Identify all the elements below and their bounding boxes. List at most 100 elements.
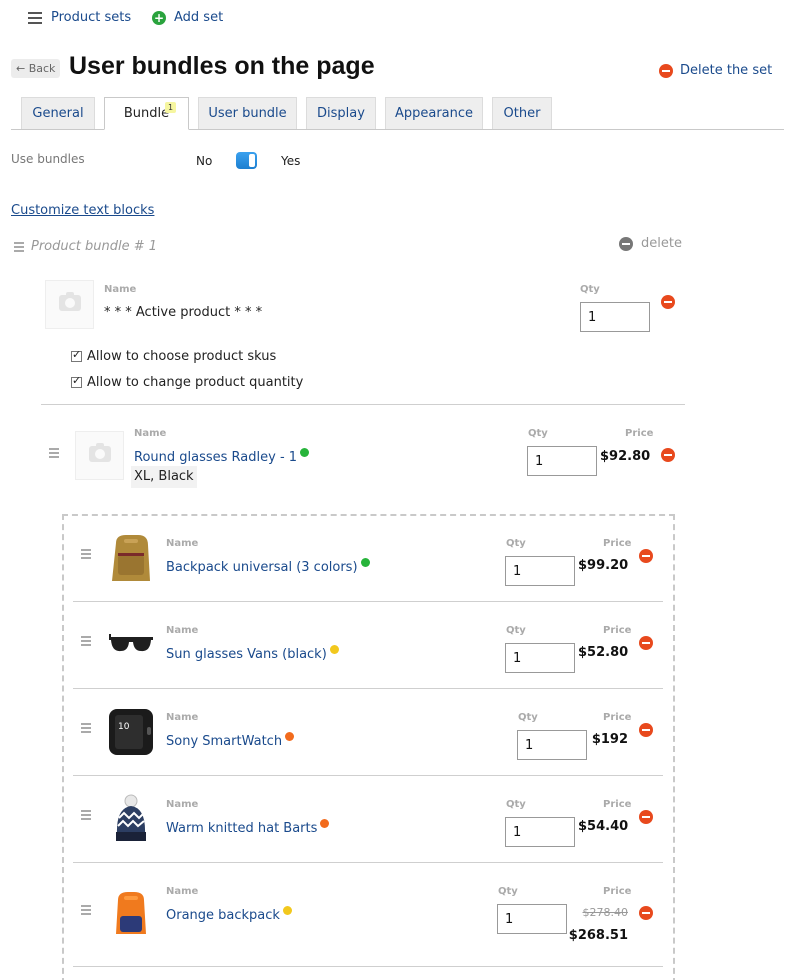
remove-icon[interactable] — [661, 448, 675, 462]
plus-icon: + — [152, 10, 166, 25]
drag-handle-icon[interactable] — [81, 810, 91, 820]
product-link[interactable]: Backpack universal (3 colors) — [166, 560, 358, 575]
name-column-header: Name — [166, 712, 199, 723]
divider — [41, 404, 685, 405]
old-price: $278.40 — [582, 906, 629, 919]
remove-icon[interactable] — [661, 295, 675, 309]
tab-general[interactable]: General — [21, 97, 95, 129]
drag-handle-icon[interactable] — [81, 905, 91, 915]
qty-input[interactable] — [497, 904, 567, 934]
knitted-hat-icon — [116, 794, 146, 841]
toggle-no-label: No — [196, 154, 213, 168]
list-item: Sun glasses Vans (black) — [166, 645, 339, 662]
bundle-title: Product bundle # 1 — [31, 239, 158, 254]
page-title: User bundles on the page — [69, 52, 375, 80]
customize-text-blocks-link[interactable]: Customize text blocks — [11, 203, 154, 218]
divider — [73, 601, 663, 602]
tab-bar: General Bundle 1 User bundle Display App… — [11, 97, 784, 130]
drag-handle-icon[interactable] — [81, 549, 91, 559]
allow-change-qty-checkbox[interactable]: Allow to change product quantity — [71, 374, 303, 390]
price: $268.51 — [568, 928, 628, 943]
price: $99.20 — [578, 558, 629, 573]
top-toolbar: Product sets + Add set — [0, 0, 788, 38]
allow-choose-skus-checkbox[interactable]: Allow to choose product skus — [71, 348, 277, 364]
checkbox[interactable] — [71, 348, 82, 362]
name-column-header: Name — [166, 799, 199, 810]
drag-handle-icon[interactable] — [81, 723, 91, 733]
tab-user-bundle[interactable]: User bundle — [198, 97, 297, 129]
active-product-name: * * * Active product * * * — [104, 305, 263, 320]
qty-input[interactable] — [505, 643, 575, 673]
delete-bundle-button[interactable]: delete — [619, 236, 682, 251]
list-item: Sony SmartWatch — [166, 732, 295, 749]
remove-icon[interactable] — [639, 810, 653, 824]
product-link[interactable]: Round glasses Radley - 1 — [134, 450, 297, 465]
name-column-header: Name — [134, 428, 167, 439]
back-button[interactable]: ← Back — [11, 59, 61, 78]
drag-handle-icon[interactable] — [81, 636, 91, 646]
price-column-header: Price — [603, 538, 632, 549]
qty-input[interactable] — [580, 302, 650, 332]
delete-set-label: Delete the set — [680, 63, 773, 78]
tab-appearance[interactable]: Appearance — [385, 97, 483, 129]
status-dot-icon — [300, 448, 310, 457]
tab-other[interactable]: Other — [492, 97, 552, 129]
divider — [73, 688, 663, 689]
status-dot-icon — [329, 645, 339, 654]
orange-backpack-icon — [116, 892, 146, 934]
qty-column-header: Qty — [580, 284, 600, 295]
product-link[interactable]: Orange backpack — [166, 908, 280, 923]
delete-set-button[interactable]: Delete the set — [659, 63, 772, 78]
product-link[interactable]: Warm knitted hat Barts — [166, 821, 317, 836]
remove-icon[interactable] — [639, 549, 653, 563]
qty-input[interactable] — [517, 730, 587, 760]
list-icon — [28, 11, 42, 24]
tab-label: Other — [503, 106, 541, 121]
tab-label: Display — [317, 106, 365, 121]
sku-tag: XL, Black — [131, 466, 197, 488]
camera-icon — [59, 292, 81, 311]
name-column-header: Name — [166, 886, 199, 897]
price-column-header: Price — [603, 799, 632, 810]
add-set-label: Add set — [174, 10, 224, 25]
qty-input[interactable] — [505, 556, 575, 586]
main-product-row: Round glasses Radley - 1 — [134, 448, 310, 465]
backpack-icon — [112, 535, 150, 581]
minus-circle-icon — [619, 236, 633, 251]
price-column-header: Price — [625, 428, 654, 439]
remove-icon[interactable] — [639, 906, 653, 920]
product-link[interactable]: Sony SmartWatch — [166, 734, 282, 749]
qty-column-header: Qty — [506, 799, 526, 810]
drag-handle-icon[interactable] — [49, 448, 59, 458]
product-sets-link[interactable]: Product sets — [28, 10, 131, 25]
name-column-header: Name — [104, 284, 137, 295]
divider — [73, 775, 663, 776]
tab-display[interactable]: Display — [306, 97, 376, 129]
tab-bundle[interactable]: Bundle 1 — [104, 97, 189, 130]
checkbox[interactable] — [71, 374, 82, 388]
remove-icon[interactable] — [639, 723, 653, 737]
list-item: Warm knitted hat Barts — [166, 819, 330, 836]
name-column-header: Name — [166, 538, 199, 549]
smartwatch-icon: 10 — [109, 709, 153, 755]
use-bundles-toggle[interactable] — [236, 152, 257, 169]
product-link[interactable]: Sun glasses Vans (black) — [166, 647, 327, 662]
price-column-header: Price — [603, 712, 632, 723]
qty-input[interactable] — [505, 817, 575, 847]
qty-column-header: Qty — [506, 625, 526, 636]
remove-icon[interactable] — [639, 636, 653, 650]
product-sets-label: Product sets — [51, 10, 132, 25]
price: $92.80 — [600, 449, 651, 464]
tab-label: General — [32, 106, 84, 121]
add-set-link[interactable]: + Add set — [152, 10, 223, 25]
price: $52.80 — [578, 645, 629, 660]
price: $54.40 — [578, 819, 629, 834]
toggle-yes-label: Yes — [281, 154, 301, 168]
back-label: Back — [28, 62, 56, 75]
qty-column-header: Qty — [518, 712, 538, 723]
use-bundles-label: Use bundles — [11, 152, 85, 166]
price-column-header: Price — [603, 625, 632, 636]
qty-input[interactable] — [527, 446, 597, 476]
drag-handle-icon[interactable] — [14, 242, 24, 252]
checkbox-label: Allow to choose product skus — [87, 349, 277, 364]
